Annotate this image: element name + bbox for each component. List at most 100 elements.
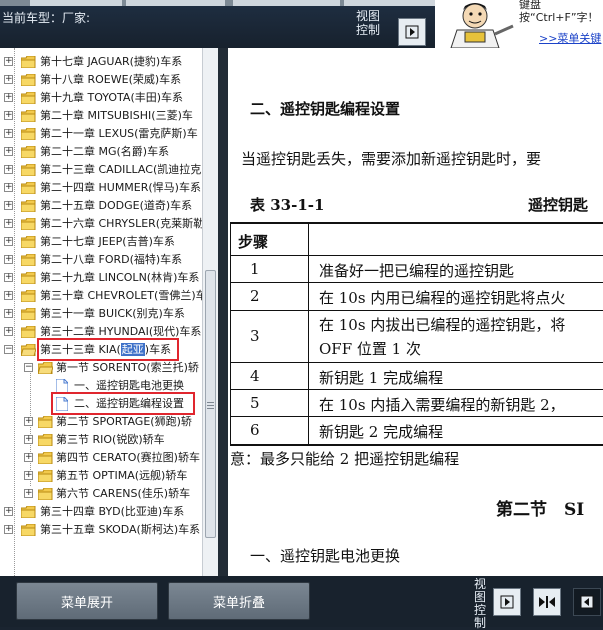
tree-item-label: 第五节 OPTIMA(远舰)轿车 <box>56 469 188 482</box>
tree-item-label: 第二十七章 JEEP(吉普)车系 <box>40 235 175 248</box>
tree-item-label: 第十九章 TOYOTA(丰田)车系 <box>40 91 184 104</box>
table-top-rule <box>230 222 603 224</box>
expand-icon[interactable]: + <box>4 327 13 336</box>
table-step-number: 3 <box>250 327 260 345</box>
collapse-icon[interactable]: − <box>24 363 33 372</box>
ad-banner[interactable]: 键盘按“Ctrl+F”字！ >>菜单关键 <box>435 0 603 48</box>
tree-item-label: 第十七章 JAGUAR(捷豹)车系 <box>40 55 183 68</box>
expand-icon[interactable]: + <box>4 111 13 120</box>
expand-icon[interactable]: + <box>4 291 13 300</box>
expand-icon[interactable]: + <box>4 255 13 264</box>
tree-item-label: 第二十三章 CADILLAC(凯迪拉克 <box>40 163 202 176</box>
collapse-icon[interactable]: − <box>4 345 13 354</box>
table-step-number: 6 <box>250 420 260 439</box>
expand-icon[interactable]: + <box>4 183 13 192</box>
folder-icon <box>21 128 36 140</box>
expand-icon[interactable]: + <box>24 453 33 462</box>
document-viewer: 二、遥控钥匙编程设置 当遥控钥匙丢失，需要添加新遥控钥匙时，要 表 33-1-1… <box>228 48 603 576</box>
table-step-text: 准备好一把已编程的遥控钥匙 <box>319 261 515 280</box>
doc-subheading: 一、遥控钥匙电池更换 <box>250 547 401 565</box>
table-step-text: 在 10s 内用已编程的遥控钥匙将点火 <box>319 288 566 307</box>
tree-item-label: 第三十一章 BUICK(别克)车系 <box>40 307 185 320</box>
arrow-right-icon <box>405 25 419 39</box>
folder-icon <box>21 164 36 176</box>
tree-item-label: 第四节 CERATO(赛拉图)轿车 <box>56 451 200 464</box>
arrow-left-icon <box>580 595 594 609</box>
expand-icon[interactable]: + <box>4 75 13 84</box>
folder-icon <box>21 236 36 248</box>
collapse-menu-button[interactable]: 菜单折叠 <box>168 582 310 620</box>
folder-icon <box>21 200 36 212</box>
tree-item-label: 第二节 SPORTAGE(狮跑)轿 <box>56 415 192 428</box>
folder-icon <box>21 110 36 122</box>
tree-item-label: 第二十章 MITSUBISHI(三菱)车 <box>40 109 193 122</box>
expand-icon[interactable]: + <box>24 489 33 498</box>
expand-icon[interactable]: + <box>4 93 13 102</box>
folder-icon <box>21 74 36 86</box>
expand-icon[interactable]: + <box>4 219 13 228</box>
pane-divider[interactable] <box>218 48 228 576</box>
table-step-text: 在 10s 内插入需要编程的新钥匙 2， <box>319 395 565 414</box>
expand-icon[interactable]: + <box>24 417 33 426</box>
highlight-box-kia <box>37 338 179 361</box>
folder-icon <box>21 272 36 284</box>
table-step-number: 1 <box>250 259 260 278</box>
expand-icon[interactable]: + <box>4 507 13 516</box>
expand-icon[interactable]: + <box>4 57 13 66</box>
top-tab-strip <box>0 0 435 6</box>
tree-item-label: 第二十五章 DODGE(道奇)车系 <box>40 199 193 212</box>
bottom-toolbar: 菜单展开 菜单折叠 视图控制 <box>0 576 603 630</box>
split-arrows-icon <box>539 596 555 608</box>
bottom-view-control-label: 视图控制 <box>474 577 487 630</box>
view-prev-button[interactable] <box>573 588 601 616</box>
expand-icon[interactable]: + <box>4 165 13 174</box>
table-header-step: 步骤 <box>238 233 269 251</box>
tree-item-label: 第六节 CARENS(佳乐)轿车 <box>56 487 191 500</box>
section-heading: 第二节 SI <box>496 500 585 520</box>
expand-icon[interactable]: + <box>4 273 13 282</box>
tree-item-label: 第三十章 CHEVROLET(雪佛兰)车 <box>40 289 202 302</box>
folder-icon <box>21 146 36 158</box>
tree-item-label: 第三十五章 SKODA(斯柯达)车系 <box>40 523 201 536</box>
menu-tree: + 第十七章 JAGUAR(捷豹)车系 + 第十八章 ROEWE(荣威)车系 + 第十九章… <box>0 48 202 576</box>
doc-heading: 二、遥控钥匙编程设置 <box>250 100 401 118</box>
ad-link[interactable]: >>菜单关键 <box>539 30 601 46</box>
table-title: 遥控钥匙 <box>528 196 589 214</box>
folder-icon <box>38 470 53 482</box>
folder-icon <box>21 524 36 536</box>
doc-intro: 当遥控钥匙丢失，需要添加新遥控钥匙时，要 <box>241 150 542 168</box>
top-toolbar: 当前车型：厂家: 视图控制 键盘按“Ctrl+F”字！ >>菜单关键 <box>0 0 603 48</box>
expand-icon[interactable]: + <box>24 471 33 480</box>
arrow-right-icon <box>500 595 514 609</box>
expand-icon[interactable]: + <box>4 309 13 318</box>
expand-menu-button[interactable]: 菜单展开 <box>16 582 158 620</box>
table-step-text: 新钥匙 1 完成编程 <box>319 368 444 387</box>
folder-icon <box>21 254 36 266</box>
tree-item-label: 第二十六章 CHRYSLER(克莱斯勒 <box>40 217 202 230</box>
expand-icon[interactable]: + <box>4 147 13 156</box>
table-step-text-line2: OFF 位置 1 次 <box>319 340 421 358</box>
expand-icon[interactable]: + <box>4 525 13 534</box>
expand-icon[interactable]: + <box>4 129 13 138</box>
table-step-number: 5 <box>250 393 260 412</box>
table-step-number: 4 <box>250 366 260 385</box>
folder-icon <box>38 434 53 446</box>
expand-icon[interactable]: + <box>4 201 13 210</box>
folder-icon <box>21 182 36 194</box>
view-toggle-button[interactable] <box>398 18 426 46</box>
folder-icon <box>21 506 36 518</box>
folder-icon <box>38 416 53 428</box>
folder-icon <box>38 488 53 500</box>
expand-icon[interactable]: + <box>4 237 13 246</box>
scrollbar-thumb[interactable] <box>205 270 216 538</box>
folder-icon <box>38 452 53 464</box>
current-car-label: 当前车型：厂家: <box>2 11 91 25</box>
view-split-button[interactable] <box>533 588 561 616</box>
tree-item-label: 第三节 RIO(锐欧)轿车 <box>56 433 165 446</box>
expand-icon[interactable]: + <box>24 435 33 444</box>
view-next-button[interactable] <box>493 588 521 616</box>
table-step-number: 2 <box>250 286 260 305</box>
mascot-illustration <box>450 3 514 48</box>
tree-scrollbar[interactable] <box>202 48 218 576</box>
document-icon <box>56 379 68 393</box>
